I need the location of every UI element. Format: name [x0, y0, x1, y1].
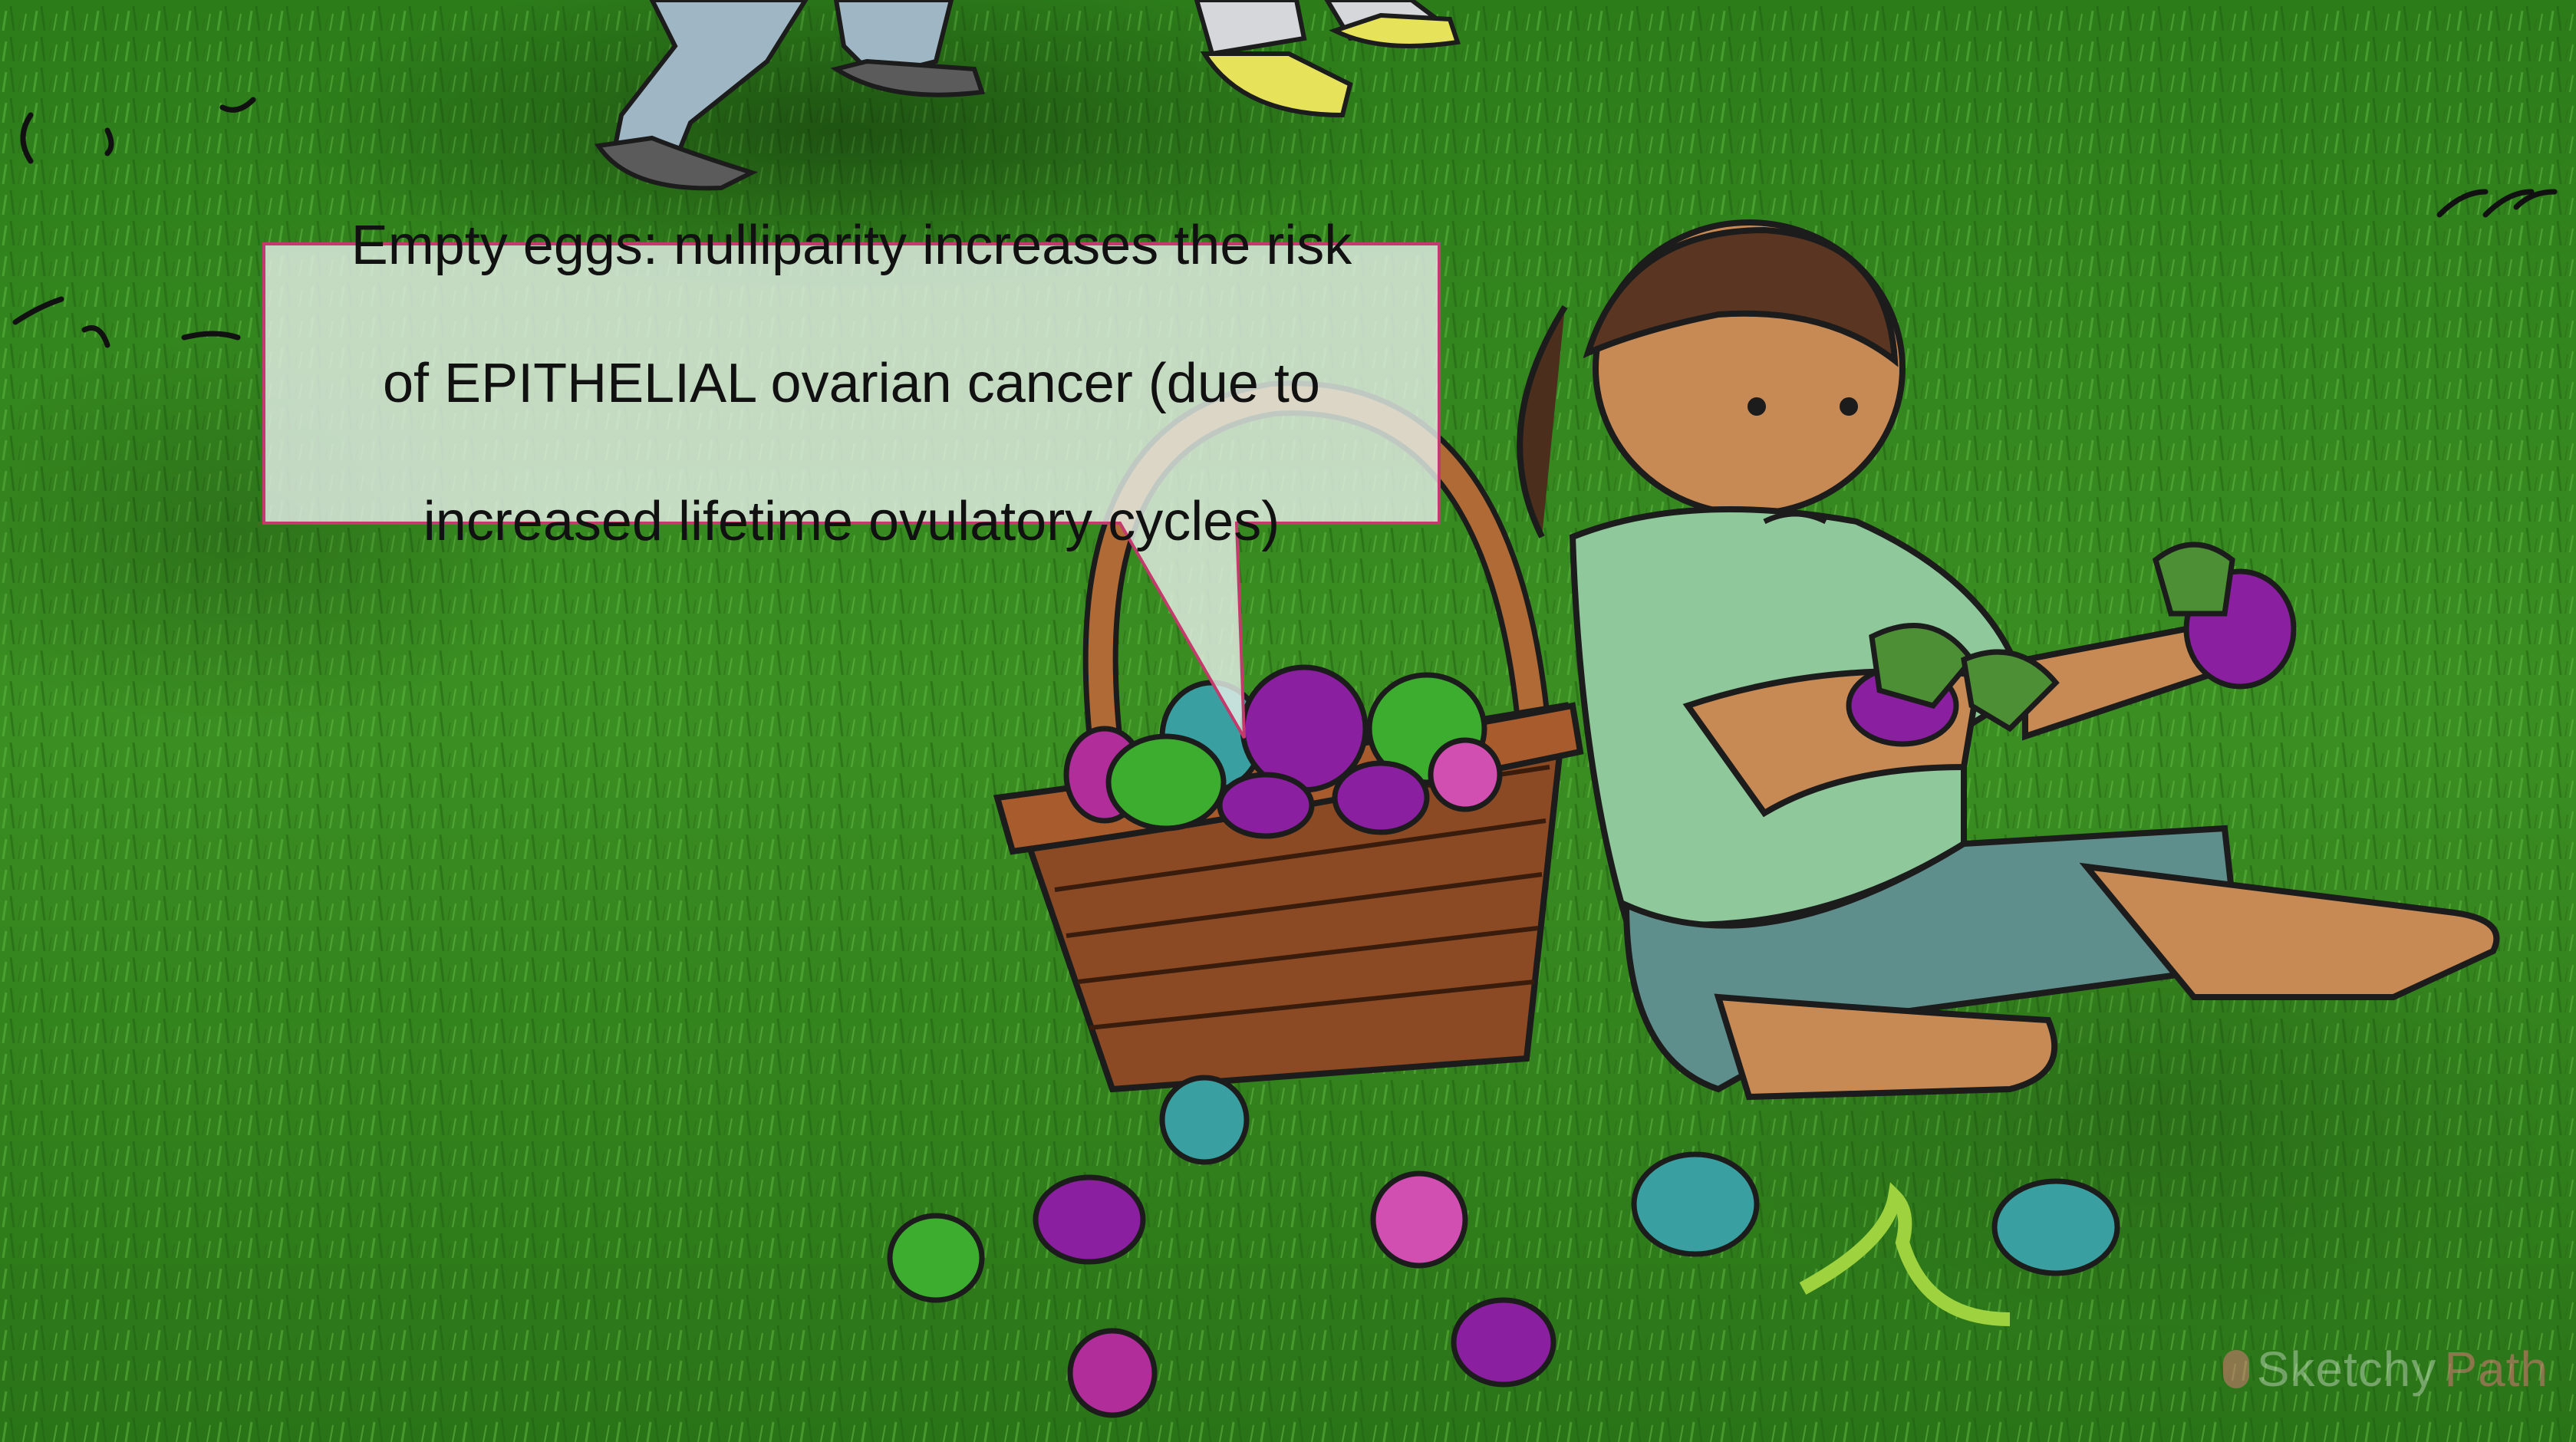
caption-line-2: of EPITHELIAL ovarian cancer (due to: [383, 353, 1320, 414]
brand-pin-icon: [2222, 1350, 2249, 1388]
watermark-brand-b: Path: [2444, 1342, 2548, 1397]
caption-text: Empty eggs: nulliparity increases the ri…: [264, 215, 1439, 552]
watermark-brand-a: Sketchy: [2256, 1342, 2437, 1397]
sketchypath-watermark: Sketchy Path: [2222, 1341, 2548, 1398]
caption-line-1: Empty eggs: nulliparity increases the ri…: [351, 215, 1352, 276]
caption-line-3: increased lifetime ovulatory cycles): [423, 491, 1280, 552]
